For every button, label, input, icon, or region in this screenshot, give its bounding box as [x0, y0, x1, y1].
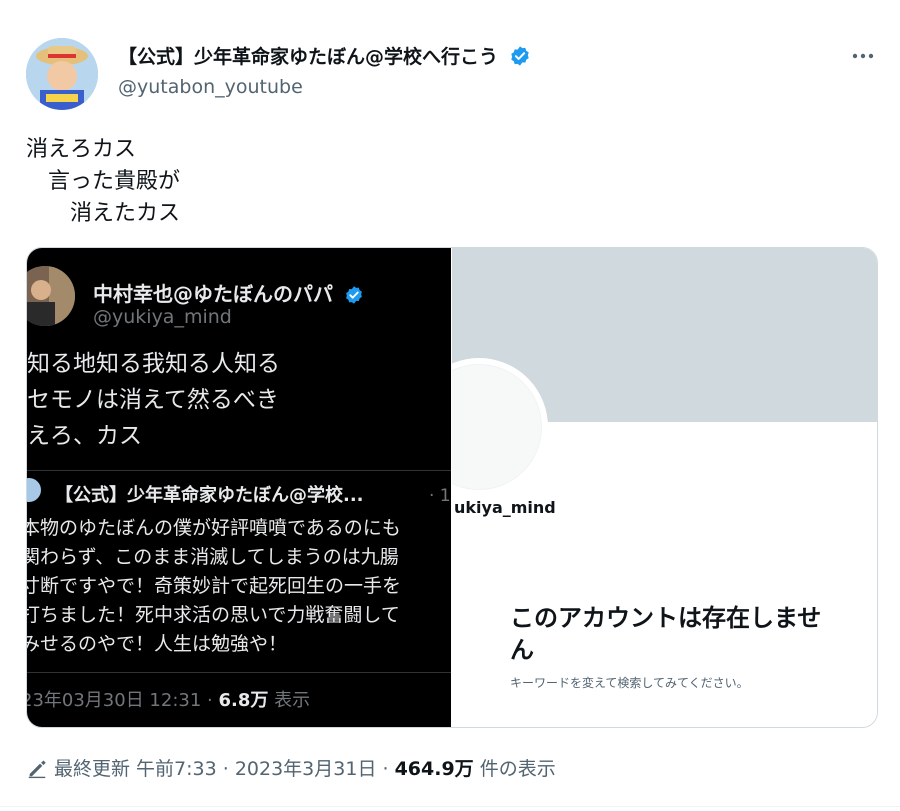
embedded-meta-views: 6.8万 — [218, 690, 269, 711]
tweet-footer: 最終更新 午前7:33 · 2023年3月31日 · 464.9万 件の表示 — [26, 754, 556, 784]
verified-badge-icon — [509, 45, 531, 72]
divider — [0, 806, 900, 807]
account-missing-subtitle: キーワードを変えて検索してみてください。 — [510, 676, 749, 690]
author-handle[interactable]: @yutabon_youtube — [118, 76, 303, 98]
avatar-placeholder-inner — [452, 364, 542, 490]
verified-badge-icon — [344, 285, 364, 310]
embedded-tweet-text: 知る地知る我知る人知る セモノは消えて然るべき えろ、カス — [27, 351, 280, 449]
footer-timestamp[interactable]: 最終更新 午前7:33 · 2023年3月31日 · — [54, 758, 395, 780]
divider — [27, 470, 451, 471]
quoted-tweet-text: 本物のゆたぼんの僕が好評噴噴であるのにも 関わらず、このまま消滅してしまうのは九… — [27, 517, 402, 655]
account-missing-title: このアカウントは存在しません — [510, 604, 822, 664]
embedded-handle: @yukiya_mind — [93, 306, 232, 328]
pencil-edit-icon[interactable] — [26, 757, 48, 784]
embedded-meta: 23年03月30日 12:31 · 6.8万 表示 — [27, 686, 310, 712]
embedded-name-text: 中村幸也@ゆたぼんのパパ — [93, 282, 333, 306]
tweet-text: 消えろカス 言った貴殿が 消えたカス — [26, 137, 181, 226]
more-dots-icon[interactable] — [848, 44, 878, 68]
author-name-text[interactable]: 【公式】少年革命家ゆたぼん@学校へ行こう — [118, 46, 498, 68]
embedded-avatar — [27, 266, 75, 326]
quoted-timestamp: · 1日 — [429, 486, 451, 506]
embedded-meta-suffix: 表示 — [268, 690, 311, 711]
footer-view-count[interactable]: 464.9万 — [395, 758, 474, 780]
author-avatar[interactable] — [26, 38, 98, 110]
footer-views-label: 件の表示 — [473, 758, 556, 780]
tweet-media-grid[interactable]: 中村幸也@ゆたぼんのパパ @yukiya_mind 知る地知る我知る人知る セモ… — [26, 247, 878, 728]
embedded-meta-datetime: 23年03月30日 12:31 · — [27, 690, 219, 711]
media-image-left[interactable]: 中村幸也@ゆたぼんのパパ @yukiya_mind 知る地知る我知る人知る セモ… — [27, 248, 451, 727]
divider — [27, 672, 451, 673]
author-display-name[interactable]: 【公式】少年革命家ゆたぼん@学校へ行こう — [118, 42, 531, 72]
quoted-avatar — [27, 478, 41, 502]
media-image-right[interactable]: ukiya_mind このアカウントは存在しません キーワードを変えて検索してみ… — [452, 248, 877, 727]
missing-account-handle: ukiya_mind — [454, 498, 556, 517]
quoted-display-name: 【公式】少年革命家ゆたぼん@学校... — [55, 485, 364, 506]
